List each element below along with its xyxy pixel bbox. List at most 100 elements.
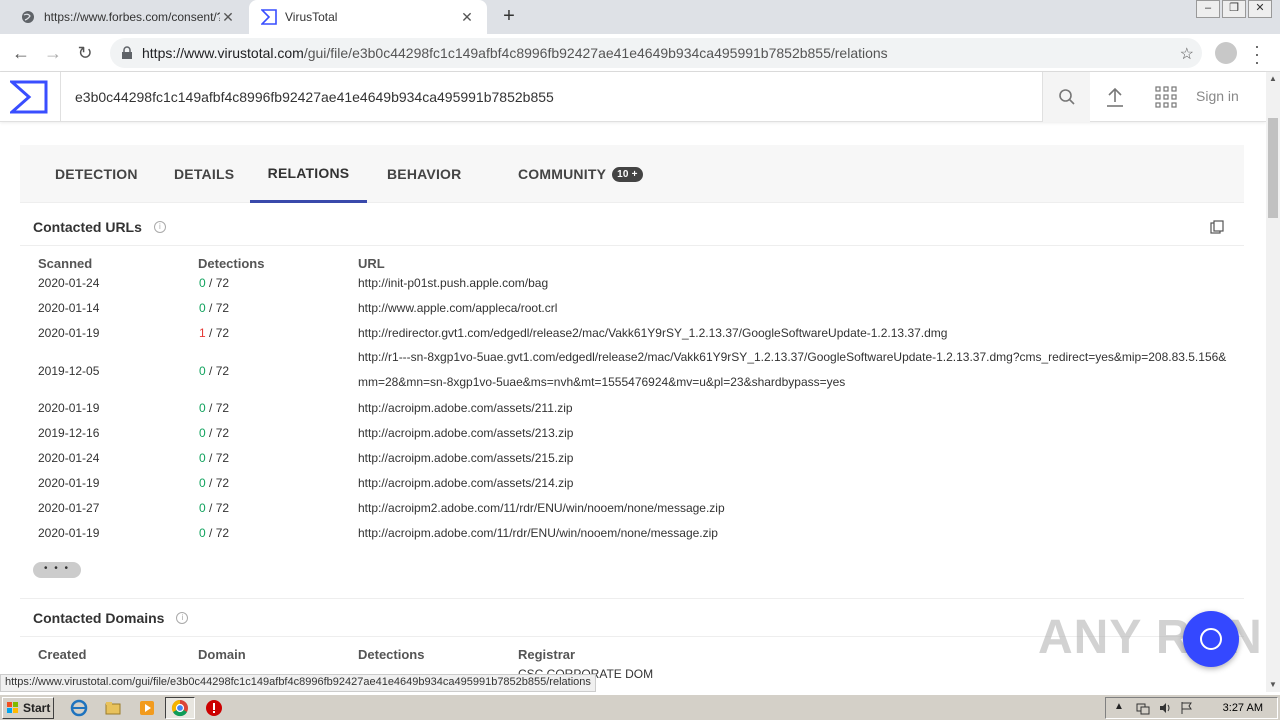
folder-icon[interactable] xyxy=(104,699,122,717)
apps-grid-icon[interactable] xyxy=(1155,86,1177,108)
url-link[interactable]: http://r1---sn-8xgp1vo-5uae.gvt1.com/edg… xyxy=(358,345,1228,395)
bookmark-star-icon[interactable]: ☆ xyxy=(1180,44,1194,64)
positives-count: 1 xyxy=(199,326,206,340)
total-engines: / 72 xyxy=(205,501,230,515)
total-engines: / 72 xyxy=(205,526,230,540)
browser-toolbar: ← → ↻ https://www.virustotal.com/gui/fil… xyxy=(0,34,1280,72)
url-link[interactable]: http://redirector.gvt1.com/edgedl/releas… xyxy=(358,326,947,340)
scanned-date: 2020-01-14 xyxy=(38,301,100,315)
total-engines: / 72 xyxy=(205,301,230,315)
close-icon[interactable]: ✕ xyxy=(459,9,475,25)
back-button[interactable]: ← xyxy=(10,42,32,64)
internet-explorer-icon[interactable] xyxy=(70,699,88,717)
scanned-date: 2019-12-05 xyxy=(38,364,100,378)
detection-ratio: 0 / 72 xyxy=(199,526,229,540)
scanned-date: 2020-01-27 xyxy=(38,501,100,515)
window-controls: – ❐ ✕ xyxy=(1194,0,1272,18)
virustotal-logo[interactable] xyxy=(10,80,48,114)
tab-relations[interactable]: RELATIONS xyxy=(250,145,367,203)
info-icon[interactable]: i xyxy=(153,220,166,233)
tab-detection[interactable]: DETECTION xyxy=(55,145,138,203)
address-path: /gui/file/e3b0c44298fc1c149afbf4c8996fb9… xyxy=(303,45,888,61)
address-bar[interactable]: https://www.virustotal.com/gui/file/e3b0… xyxy=(110,38,1202,68)
media-player-icon[interactable] xyxy=(138,699,156,717)
copy-icon[interactable] xyxy=(1210,220,1224,234)
chat-fab-button[interactable] xyxy=(1183,611,1239,667)
scanned-date: 2020-01-19 xyxy=(38,401,100,415)
detection-ratio: 0 / 72 xyxy=(199,426,229,440)
tab-behavior[interactable]: BEHAVIOR xyxy=(387,145,461,203)
column-header-registrar: Registrar xyxy=(518,647,576,662)
url-link[interactable]: http://acroipm.adobe.com/assets/214.zip xyxy=(358,476,573,490)
detection-ratio: 0 / 72 xyxy=(199,451,229,465)
column-header-domain: Domain xyxy=(198,647,246,662)
url-link[interactable]: http://acroipm2.adobe.com/11/rdr/ENU/win… xyxy=(358,501,725,515)
detection-ratio: 0 / 72 xyxy=(199,476,229,490)
browser-tabstrip: https://www.forbes.com/consent/?t ✕ Viru… xyxy=(0,0,1280,34)
url-link[interactable]: http://acroipm.adobe.com/assets/215.zip xyxy=(358,451,573,465)
url-link[interactable]: http://acroipm.adobe.com/11/rdr/ENU/win/… xyxy=(358,526,718,540)
url-link[interactable]: http://acroipm.adobe.com/assets/211.zip xyxy=(358,401,573,415)
profile-avatar[interactable] xyxy=(1215,42,1237,64)
page-scrollbar[interactable]: ▲ ▼ xyxy=(1266,72,1280,692)
close-window-button[interactable]: ✕ xyxy=(1248,0,1272,18)
tray-expand-icon[interactable]: ▲ xyxy=(1114,701,1128,715)
antivirus-icon[interactable] xyxy=(205,699,223,717)
positives-count: 0 xyxy=(199,451,206,465)
start-button[interactable]: Start xyxy=(2,697,54,719)
total-engines: / 72 xyxy=(205,326,230,340)
tab-details[interactable]: DETAILS xyxy=(174,145,234,203)
vt-tab-bar: DETECTION DETAILS RELATIONS BEHAVIOR COM… xyxy=(20,145,1244,203)
search-button[interactable] xyxy=(1042,72,1090,122)
show-more-button[interactable]: • • • xyxy=(33,562,81,578)
scroll-up-arrow-icon[interactable]: ▲ xyxy=(1266,72,1280,86)
positives-count: 0 xyxy=(199,401,206,415)
address-url: https://www.virustotal.com/gui/file/e3b0… xyxy=(142,45,888,61)
windows-taskbar: Start ▲ 3:27 AM xyxy=(0,694,1280,720)
minimize-button[interactable]: – xyxy=(1196,0,1220,18)
total-engines: / 72 xyxy=(205,276,230,290)
section-header: Contacted URLs i xyxy=(20,208,1244,246)
info-icon[interactable]: i xyxy=(176,611,189,624)
reload-button[interactable]: ↻ xyxy=(74,42,96,64)
browser-tab-forbes[interactable]: https://www.forbes.com/consent/?t ✕ xyxy=(8,0,248,34)
close-icon[interactable]: ✕ xyxy=(220,9,236,25)
chrome-icon[interactable] xyxy=(171,699,189,717)
forward-button[interactable]: → xyxy=(42,42,64,64)
scanned-date: 2019-12-16 xyxy=(38,426,100,440)
chat-icon xyxy=(1200,628,1222,650)
upload-icon[interactable] xyxy=(1102,86,1128,108)
scanned-date: 2020-01-19 xyxy=(38,476,100,490)
browser-status-bar: https://www.virustotal.com/gui/file/e3b0… xyxy=(0,674,596,692)
column-header-url: URL xyxy=(358,256,385,271)
url-link[interactable]: http://www.apple.com/appleca/root.crl xyxy=(358,301,557,315)
detection-ratio: 0 / 72 xyxy=(199,301,229,315)
sign-in-link[interactable]: Sign in xyxy=(1196,88,1239,104)
column-header-created: Created xyxy=(38,647,87,662)
tab-community[interactable]: COMMUNITY 10 + xyxy=(518,145,643,203)
scroll-thumb[interactable] xyxy=(1268,118,1278,218)
tab-community-label: COMMUNITY xyxy=(518,166,607,182)
flag-icon[interactable] xyxy=(1180,701,1194,715)
url-link[interactable]: http://init-p01st.push.apple.com/bag xyxy=(358,276,548,290)
scanned-date: 2020-01-24 xyxy=(38,451,100,465)
restore-button[interactable]: ❐ xyxy=(1222,0,1246,18)
system-tray: ▲ 3:27 AM xyxy=(1105,697,1278,719)
positives-count: 0 xyxy=(199,364,206,378)
volume-icon[interactable] xyxy=(1158,701,1172,715)
network-icon[interactable] xyxy=(1136,701,1150,715)
url-link[interactable]: http://acroipm.adobe.com/assets/213.zip xyxy=(358,426,573,440)
browser-menu-icon[interactable]: · · · xyxy=(1252,37,1262,71)
new-tab-button[interactable]: + xyxy=(498,6,520,28)
windows-logo-icon xyxy=(7,702,18,713)
scroll-down-arrow-icon[interactable]: ▼ xyxy=(1266,678,1280,692)
browser-tab-virustotal[interactable]: VirusTotal ✕ xyxy=(249,0,487,34)
scanned-date: 2020-01-24 xyxy=(38,276,100,290)
total-engines: / 72 xyxy=(205,451,230,465)
search-input[interactable]: e3b0c44298fc1c149afbf4c8996fb92427ae41e4… xyxy=(60,72,1042,122)
taskbar-clock: 3:27 AM xyxy=(1222,702,1263,714)
positives-count: 0 xyxy=(199,526,206,540)
positives-count: 0 xyxy=(199,301,206,315)
positives-count: 0 xyxy=(199,501,206,515)
scanned-date: 2020-01-19 xyxy=(38,326,100,340)
